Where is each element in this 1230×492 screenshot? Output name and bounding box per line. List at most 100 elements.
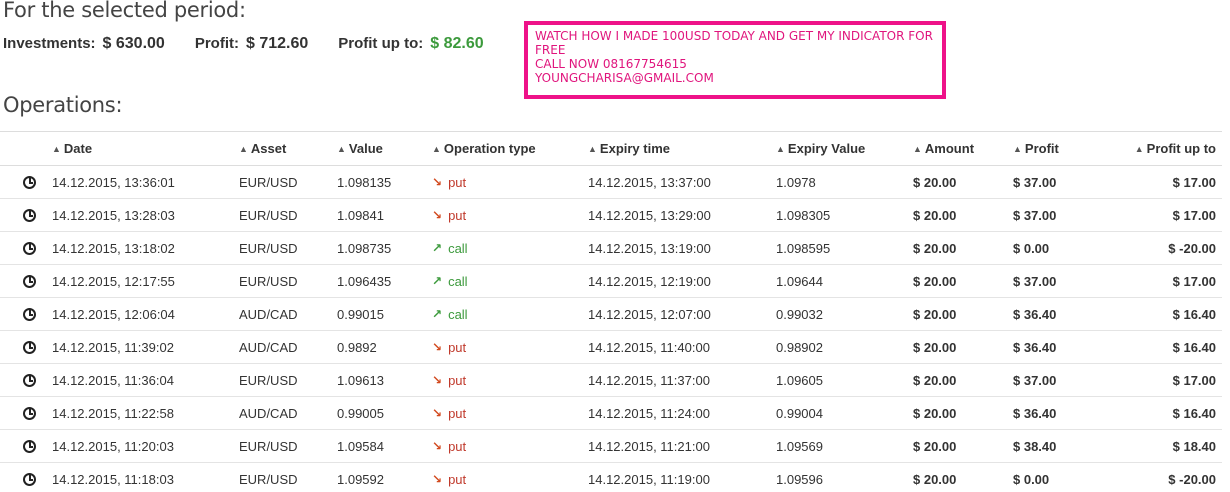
table-row[interactable]: 14.12.2015, 12:06:04 AUD/CAD 0.99015 ↗ call 1… xyxy=(0,297,1222,331)
cell-profit: $ 37.00 xyxy=(1013,363,1120,397)
clock-column-header xyxy=(0,131,52,166)
cell-expiry-time: 14.12.2015, 11:24:00 xyxy=(588,396,776,430)
clock-icon[interactable] xyxy=(23,374,36,387)
cell-operation-type: ↘ put xyxy=(432,165,588,199)
table-row[interactable]: 14.12.2015, 13:28:03 EUR/USD 1.09841 ↘ put 14… xyxy=(0,198,1222,232)
row-details[interactable] xyxy=(0,330,52,364)
operation-type-label: call xyxy=(448,240,468,256)
cell-value: 0.99005 xyxy=(337,396,432,430)
sort-expiry-time-header[interactable]: ▲︎ Expiry time xyxy=(588,131,776,166)
cell-date: 14.12.2015, 11:22:58 xyxy=(52,396,239,430)
arrow-down-right-icon: ↘ xyxy=(432,439,443,454)
cell-asset: EUR/USD xyxy=(239,363,337,397)
table-row[interactable]: 14.12.2015, 11:36:04 EUR/USD 1.09613 ↘ put 14… xyxy=(0,363,1222,397)
cell-date: 14.12.2015, 13:28:03 xyxy=(52,198,239,232)
row-details[interactable] xyxy=(0,231,52,265)
sort-expiry-value-header[interactable]: ▲︎ Expiry Value xyxy=(776,131,913,166)
table-row[interactable]: 14.12.2015, 12:17:55 EUR/USD 1.096435 ↗ call… xyxy=(0,264,1222,298)
cell-profit-up-to: $ 16.40 xyxy=(1120,297,1222,331)
table-row[interactable]: 14.12.2015, 11:18:03 EUR/USD 1.09592 ↘ put 14… xyxy=(0,462,1222,492)
clock-icon[interactable] xyxy=(23,407,36,420)
operation-type-label: put xyxy=(448,207,467,223)
clock-icon[interactable] xyxy=(23,440,36,453)
sort-both-icon: ▲︎ xyxy=(913,144,922,154)
cell-operation-type: ↗ call xyxy=(432,264,588,298)
cell-expiry-time: 14.12.2015, 11:19:00 xyxy=(588,462,776,492)
row-details[interactable] xyxy=(0,165,52,199)
table-row[interactable]: 14.12.2015, 13:18:02 EUR/USD 1.098735 ↗ call… xyxy=(0,231,1222,265)
operation-type-label: call xyxy=(448,273,468,289)
cell-asset: EUR/USD xyxy=(239,198,337,232)
sort-operation-type-header[interactable]: ▲︎ Operation type xyxy=(432,131,588,166)
sort-amount-header[interactable]: ▲︎ Amount xyxy=(913,131,1013,166)
sort-date-header[interactable]: ▲ Date xyxy=(52,131,239,166)
cell-date: 14.12.2015, 11:20:03 xyxy=(52,429,239,463)
sort-asset-header[interactable]: ▲︎ Asset xyxy=(239,131,337,166)
cell-profit-up-to: $ 18.40 xyxy=(1120,429,1222,463)
cell-asset: EUR/USD xyxy=(239,429,337,463)
operation-type-label: put xyxy=(448,174,467,190)
row-details[interactable] xyxy=(0,462,52,492)
sort-value-header[interactable]: ▲︎ Value xyxy=(337,131,432,166)
promo-line: YOUNGCHARISA@GMAIL.COM xyxy=(535,71,714,85)
row-details[interactable] xyxy=(0,363,52,397)
cell-date: 14.12.2015, 11:39:02 xyxy=(52,330,239,364)
cell-expiry-time: 14.12.2015, 13:37:00 xyxy=(588,165,776,199)
cell-operation-type: ↘ put xyxy=(432,330,588,364)
clock-icon[interactable] xyxy=(23,308,36,321)
arrow-up-right-icon: ↗ xyxy=(432,274,443,289)
cell-expiry-value: 1.09644 xyxy=(776,264,913,298)
page: For the selected period: Investments: $ … xyxy=(0,0,1230,492)
clock-icon[interactable] xyxy=(23,209,36,222)
row-details[interactable] xyxy=(0,396,52,430)
cell-operation-type: ↗ call xyxy=(432,297,588,331)
profit-label: Profit: xyxy=(194,35,239,52)
cell-date: 14.12.2015, 12:17:55 xyxy=(52,264,239,298)
investments-value: $ 630.00 xyxy=(102,35,165,52)
cell-date: 14.12.2015, 11:36:04 xyxy=(52,363,239,397)
sort-both-icon: ▲︎ xyxy=(1134,144,1144,154)
table-row[interactable]: 14.12.2015, 11:22:58 AUD/CAD 0.99005 ↘ put 14… xyxy=(0,396,1222,430)
operation-type-label: put xyxy=(448,471,467,487)
clock-icon[interactable] xyxy=(23,473,36,486)
profit-up-to-value: $ 82.60 xyxy=(430,35,484,52)
operation-type-label: put xyxy=(448,405,467,421)
clock-icon[interactable] xyxy=(23,176,36,189)
table-row[interactable]: 14.12.2015, 13:36:01 EUR/USD 1.098135 ↘ put 1… xyxy=(0,165,1222,199)
cell-profit: $ 0.00 xyxy=(1013,462,1120,492)
sort-profit-header[interactable]: ▲︎ Profit xyxy=(1013,131,1120,166)
cell-date: 14.12.2015, 13:36:01 xyxy=(52,165,239,199)
table-row[interactable]: 14.12.2015, 11:20:03 EUR/USD 1.09584 ↘ put 14… xyxy=(0,429,1222,463)
cell-expiry-value: 0.99032 xyxy=(776,297,913,331)
clock-icon[interactable] xyxy=(23,275,36,288)
sort-both-icon: ▲︎ xyxy=(337,144,346,154)
arrow-down-right-icon: ↘ xyxy=(432,175,443,190)
cell-operation-type: ↘ put xyxy=(432,462,588,492)
cell-value: 1.098735 xyxy=(337,231,432,265)
clock-icon[interactable] xyxy=(23,242,36,255)
clock-icon[interactable] xyxy=(23,341,36,354)
cell-value: 0.99015 xyxy=(337,297,432,331)
table-row[interactable]: 14.12.2015, 11:39:02 AUD/CAD 0.9892 ↘ put 14.… xyxy=(0,330,1222,364)
operation-type-label: put xyxy=(448,339,467,355)
cell-profit: $ 37.00 xyxy=(1013,165,1120,199)
sort-profit-up-to-header[interactable]: ▲︎ Profit up to xyxy=(1120,131,1222,166)
cell-profit-up-to: $ 17.00 xyxy=(1120,165,1222,199)
promo-line: FREE xyxy=(535,43,566,57)
cell-expiry-time: 14.12.2015, 12:19:00 xyxy=(588,264,776,298)
arrow-down-right-icon: ↘ xyxy=(432,373,443,388)
cell-expiry-value: 1.09569 xyxy=(776,429,913,463)
cell-asset: AUD/CAD xyxy=(239,396,337,430)
cell-expiry-time: 14.12.2015, 11:40:00 xyxy=(588,330,776,364)
cell-profit: $ 36.40 xyxy=(1013,297,1120,331)
row-details[interactable] xyxy=(0,198,52,232)
promo-line: WATCH HOW I MADE 100USD TODAY AND GET MY… xyxy=(535,29,933,43)
investments-label: Investments: xyxy=(3,35,96,52)
row-details[interactable] xyxy=(0,264,52,298)
cell-value: 1.09592 xyxy=(337,462,432,492)
cell-value: 1.098135 xyxy=(337,165,432,199)
row-details[interactable] xyxy=(0,429,52,463)
row-details[interactable] xyxy=(0,297,52,331)
cell-operation-type: ↗ call xyxy=(432,231,588,265)
cell-asset: EUR/USD xyxy=(239,462,337,492)
